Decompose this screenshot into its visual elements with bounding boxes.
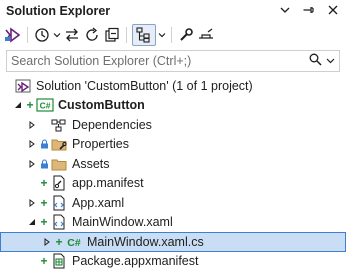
git-added-icon: + xyxy=(38,255,50,267)
tree-item-label: Assets xyxy=(72,157,110,171)
expanded-arrow-icon[interactable] xyxy=(26,216,38,228)
tree-item-label: CustomButton xyxy=(58,98,145,112)
csharp-file-icon: C# xyxy=(65,234,83,250)
expander-spacer xyxy=(26,255,38,267)
chevron-down-icon[interactable] xyxy=(158,31,166,39)
pin-icon[interactable] xyxy=(302,3,316,17)
tree-item-mainwindow-xaml[interactable]: + MainWindow.xaml xyxy=(0,213,346,233)
tree-item-dependencies[interactable]: Dependencies xyxy=(0,115,346,135)
solution-icon xyxy=(14,78,32,94)
collapse-all-icon[interactable] xyxy=(103,25,121,45)
search-input[interactable]: Search Solution Explorer (Ctrl+;) xyxy=(7,54,191,68)
show-all-files-icon[interactable] xyxy=(132,24,156,46)
tree-item-label: MainWindow.xaml xyxy=(72,215,173,229)
dropdown-icon[interactable] xyxy=(278,3,292,17)
status-spacer xyxy=(38,119,50,131)
expander-spacer xyxy=(26,177,38,189)
search-options-chevron-icon[interactable] xyxy=(326,54,335,68)
lock-icon xyxy=(38,158,50,170)
tree-item-label: Solution 'CustomButton' (1 of 1 project) xyxy=(36,79,253,93)
close-icon[interactable] xyxy=(326,3,340,17)
xaml-file-icon xyxy=(50,195,68,211)
git-added-icon: + xyxy=(38,216,50,228)
tree-item-label: Properties xyxy=(72,137,129,151)
tree-item-properties[interactable]: Properties xyxy=(0,135,346,155)
refresh-icon[interactable] xyxy=(83,25,101,45)
preview-selected-items-icon[interactable] xyxy=(197,25,215,45)
tree-item-mainwindow-xaml-cs[interactable]: + C# MainWindow.xaml.cs xyxy=(0,232,346,252)
tree-item-app-xaml[interactable]: + App.xaml xyxy=(0,193,346,213)
switch-views-icon[interactable] xyxy=(4,25,22,45)
tree-item-solution[interactable]: Solution 'CustomButton' (1 of 1 project) xyxy=(0,76,346,96)
manifest-file-icon xyxy=(50,175,68,191)
svg-text:C#: C# xyxy=(40,101,51,111)
collapsed-arrow-icon[interactable] xyxy=(26,138,38,150)
search-actions xyxy=(309,53,335,69)
appxmanifest-file-icon xyxy=(50,253,68,269)
sync-with-active-document-icon[interactable] xyxy=(63,25,81,45)
dependencies-icon xyxy=(50,117,68,133)
svg-text:C#: C# xyxy=(67,237,81,249)
window-title: Solution Explorer xyxy=(6,4,110,18)
xaml-file-icon xyxy=(50,214,68,230)
properties-wrench-icon[interactable] xyxy=(177,25,195,45)
history-icon[interactable] xyxy=(33,25,51,45)
chevron-down-icon[interactable] xyxy=(53,31,61,39)
title-bar: Solution Explorer xyxy=(0,0,346,22)
tree-item-assets[interactable]: Assets xyxy=(0,154,346,174)
collapsed-arrow-icon[interactable] xyxy=(26,119,38,131)
toolbar xyxy=(0,22,346,48)
toolbar-separator xyxy=(171,27,172,43)
git-added-icon: + xyxy=(24,99,36,111)
expanded-arrow-icon[interactable] xyxy=(12,99,24,111)
properties-folder-icon xyxy=(50,136,68,152)
tree-item-app-manifest[interactable]: + app.manifest xyxy=(0,174,346,194)
git-added-icon: + xyxy=(53,236,65,248)
collapsed-arrow-icon[interactable] xyxy=(26,158,38,170)
collapsed-arrow-icon[interactable] xyxy=(26,197,38,209)
tree-item-project[interactable]: + C# CustomButton xyxy=(0,96,346,116)
search-icon[interactable] xyxy=(309,53,322,69)
tree-item-label: app.manifest xyxy=(72,176,144,190)
tree-item-label: Dependencies xyxy=(72,118,152,132)
search-box[interactable]: Search Solution Explorer (Ctrl+;) xyxy=(6,50,340,72)
tree-item-label: App.xaml xyxy=(72,196,124,210)
folder-icon xyxy=(50,156,68,172)
tree-item-package-appxmanifest[interactable]: + Package.appxmanifest xyxy=(0,252,346,271)
lock-icon xyxy=(38,138,50,150)
csharp-project-icon: C# xyxy=(36,97,54,113)
title-actions xyxy=(278,3,340,17)
git-added-icon: + xyxy=(38,197,50,209)
toolbar-separator xyxy=(27,27,28,43)
tree-item-label: MainWindow.xaml.cs xyxy=(87,235,204,249)
tree-item-label: Package.appxmanifest xyxy=(72,254,198,268)
toolbar-separator xyxy=(126,27,127,43)
git-added-icon: + xyxy=(38,177,50,189)
collapsed-arrow-icon[interactable] xyxy=(41,236,53,248)
solution-tree: Solution 'CustomButton' (1 of 1 project)… xyxy=(0,76,346,271)
